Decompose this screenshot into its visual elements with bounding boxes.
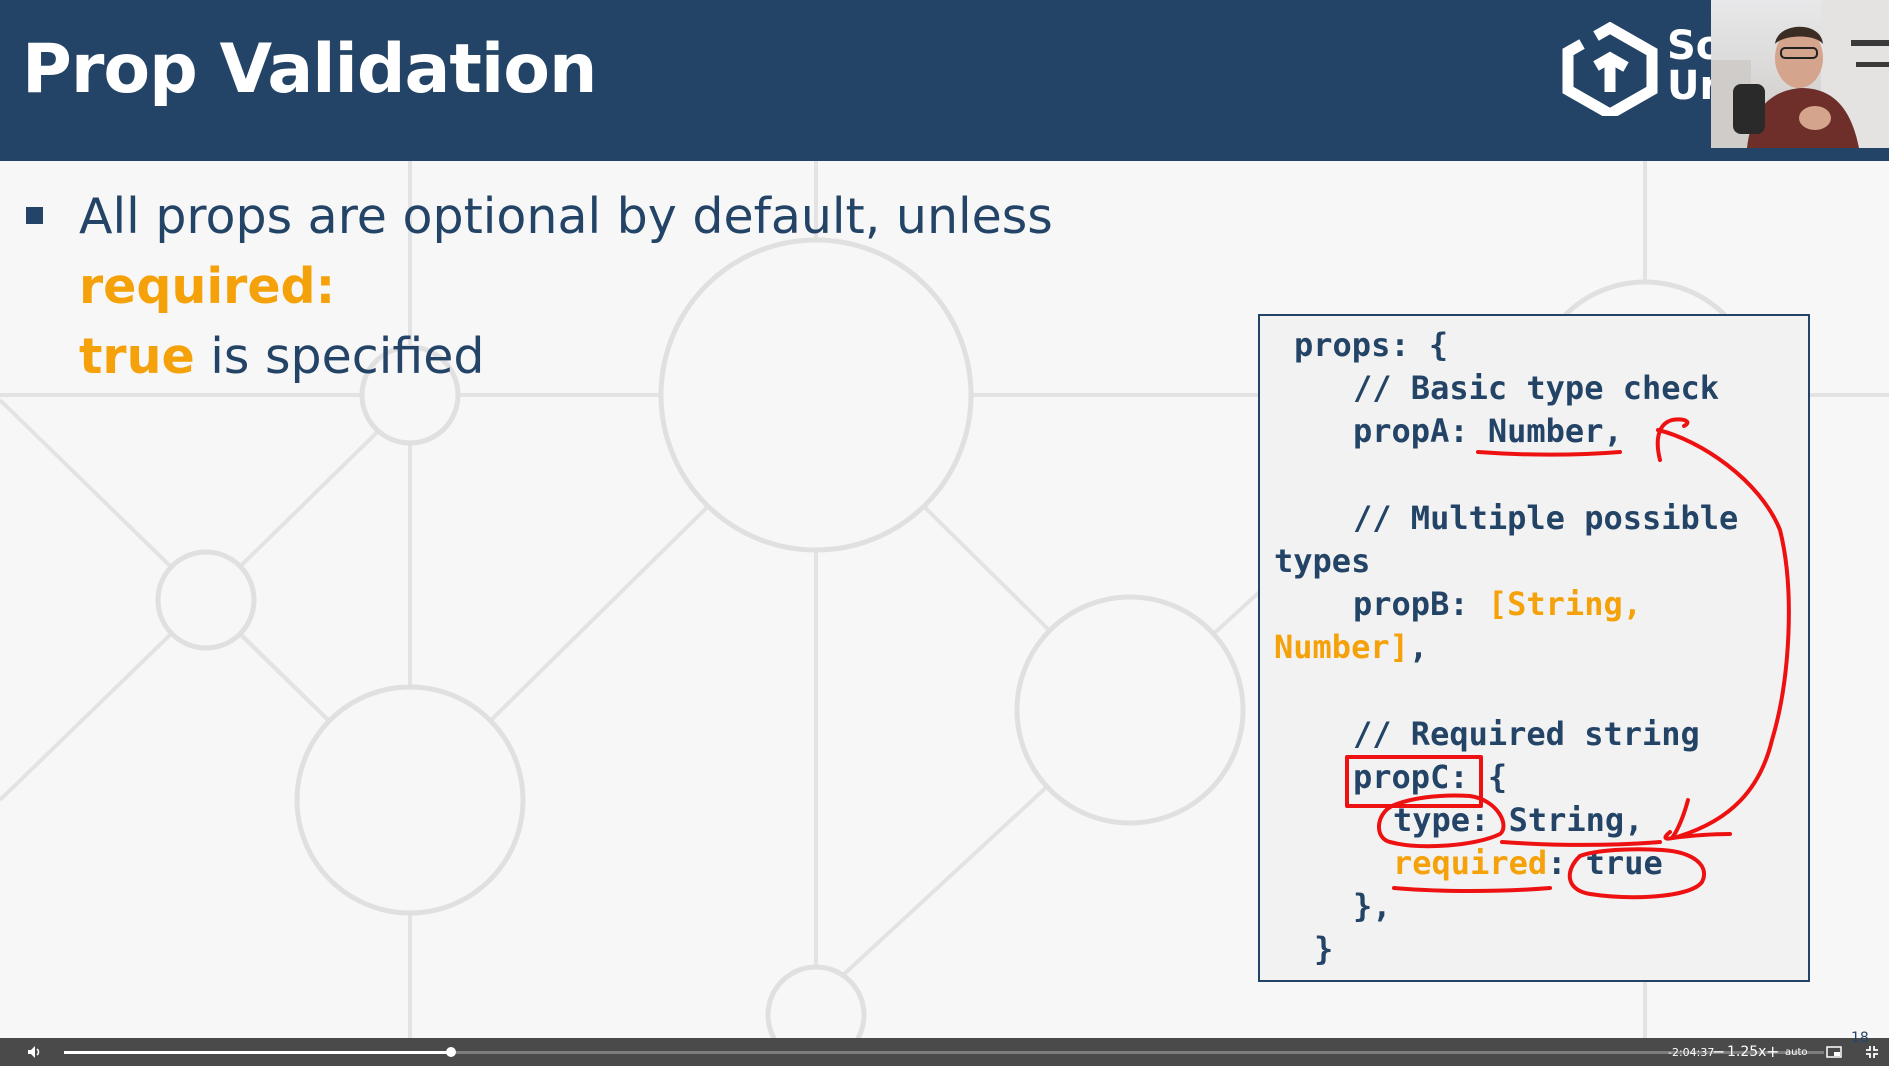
video-player-controls[interactable]: -2:04:37 − 1.25x + auto: [0, 1038, 1889, 1066]
webcam-presenter-image: [1711, 0, 1889, 148]
speed-up-button[interactable]: +: [1766, 1042, 1779, 1061]
slide-number: 18: [1851, 1030, 1869, 1046]
code-token-highlight: required: [1393, 844, 1548, 882]
code-line: propC: {: [1353, 758, 1508, 796]
time-remaining: -2:04:37: [1668, 1046, 1715, 1059]
code-line: // Multiple possible: [1353, 499, 1739, 537]
code-line: },: [1353, 887, 1392, 925]
code-line: required: true: [1393, 842, 1663, 885]
bullet-marker: [26, 207, 43, 224]
code-line: type: String,: [1393, 801, 1644, 839]
code-token: propA:: [1353, 412, 1488, 450]
slide-header: Prop Validation So Ur: [0, 0, 1889, 161]
fullscreen-icon[interactable]: [1865, 1045, 1879, 1059]
bullet-highlight-true: true: [79, 328, 195, 385]
progress-fill: [64, 1051, 452, 1054]
webcam-overlay: [1711, 0, 1889, 148]
quality-selector[interactable]: auto: [1785, 1047, 1808, 1058]
code-token: propB:: [1353, 585, 1488, 623]
code-line: Number],: [1274, 626, 1428, 669]
code-line: // Required string: [1353, 715, 1700, 753]
code-token: ,: [1408, 628, 1429, 666]
code-line: types: [1274, 542, 1371, 580]
speed-down-button[interactable]: −: [1712, 1042, 1725, 1061]
code-line: props: {: [1294, 326, 1449, 364]
playback-speed[interactable]: 1.25x: [1727, 1044, 1766, 1060]
bullet-highlight-required: required:: [79, 258, 336, 315]
progress-bar[interactable]: [64, 1047, 1824, 1057]
logo-text: So Ur: [1667, 26, 1711, 106]
code-token-highlight: Number]: [1274, 628, 1409, 666]
code-token: : true: [1547, 844, 1663, 882]
code-line: propA: Number,: [1353, 410, 1623, 453]
bullet-text-pre: All props are optional by default, unles…: [79, 188, 1053, 245]
code-line: propB: [String,: [1353, 583, 1642, 626]
picture-in-picture-icon[interactable]: [1826, 1046, 1842, 1058]
code-line: }: [1314, 930, 1334, 968]
code-line: // Basic type check: [1353, 369, 1720, 407]
code-token-highlight: [String,: [1487, 585, 1642, 623]
slide-title: Prop Validation: [22, 30, 597, 109]
bullet-text-post: is specified: [194, 328, 485, 385]
progress-knob[interactable]: [446, 1047, 457, 1057]
volume-icon[interactable]: [27, 1045, 43, 1059]
code-token: Number,: [1487, 412, 1623, 450]
softuni-logo-icon: [1562, 22, 1658, 116]
bullet-text: All props are optional by default, unles…: [79, 182, 1239, 392]
